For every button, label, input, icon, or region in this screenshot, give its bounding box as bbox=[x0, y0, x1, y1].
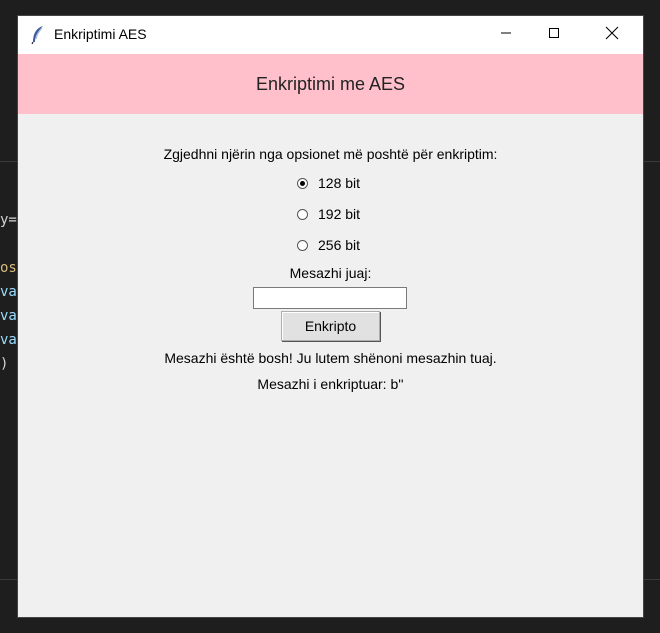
radio-label: 192 bit bbox=[318, 206, 361, 222]
page-title: Enkriptimi me AES bbox=[255, 73, 406, 94]
radio-label: 256 bit bbox=[318, 237, 361, 253]
options-prompt: Zgjedhni njërin nga opsionet më poshtë p… bbox=[163, 146, 498, 162]
radio-button[interactable] bbox=[297, 239, 308, 251]
feather-icon bbox=[30, 25, 46, 45]
encrypt-button[interactable]: Enkripto bbox=[281, 311, 380, 341]
code-line: va bbox=[0, 308, 17, 324]
code-line: va bbox=[0, 332, 17, 348]
status-message: Mesazhi është bosh! Ju lutem shënoni mes… bbox=[164, 350, 497, 366]
header-banner: Enkriptimi me AES bbox=[18, 54, 643, 114]
close-button[interactable] bbox=[589, 16, 635, 54]
message-input[interactable] bbox=[253, 287, 407, 309]
maximize-button[interactable] bbox=[531, 16, 577, 54]
radio-option-128[interactable]: 128 bit bbox=[297, 175, 360, 191]
maximize-icon bbox=[548, 26, 560, 44]
title-bar[interactable]: Enkriptimi AES bbox=[18, 16, 643, 54]
encrypted-result: Mesazhi i enkriptuar: b'' bbox=[257, 376, 404, 392]
code-line: ) bbox=[0, 356, 9, 372]
app-window: Enkriptimi AES Enkriptimi me AES Zgjedhn… bbox=[18, 16, 643, 617]
minimize-icon bbox=[500, 26, 512, 44]
minimize-button[interactable] bbox=[483, 16, 529, 54]
window-title: Enkriptimi AES bbox=[54, 26, 147, 42]
message-label: Mesazhi juaj: bbox=[289, 265, 372, 281]
radio-option-256[interactable]: 256 bit bbox=[297, 237, 360, 253]
radio-label: 128 bit bbox=[318, 175, 361, 191]
radio-button[interactable] bbox=[297, 208, 308, 220]
code-line: va bbox=[0, 284, 17, 300]
radio-option-192[interactable]: 192 bit bbox=[297, 206, 360, 222]
close-icon bbox=[605, 26, 619, 45]
radio-button-selected[interactable] bbox=[297, 177, 308, 189]
